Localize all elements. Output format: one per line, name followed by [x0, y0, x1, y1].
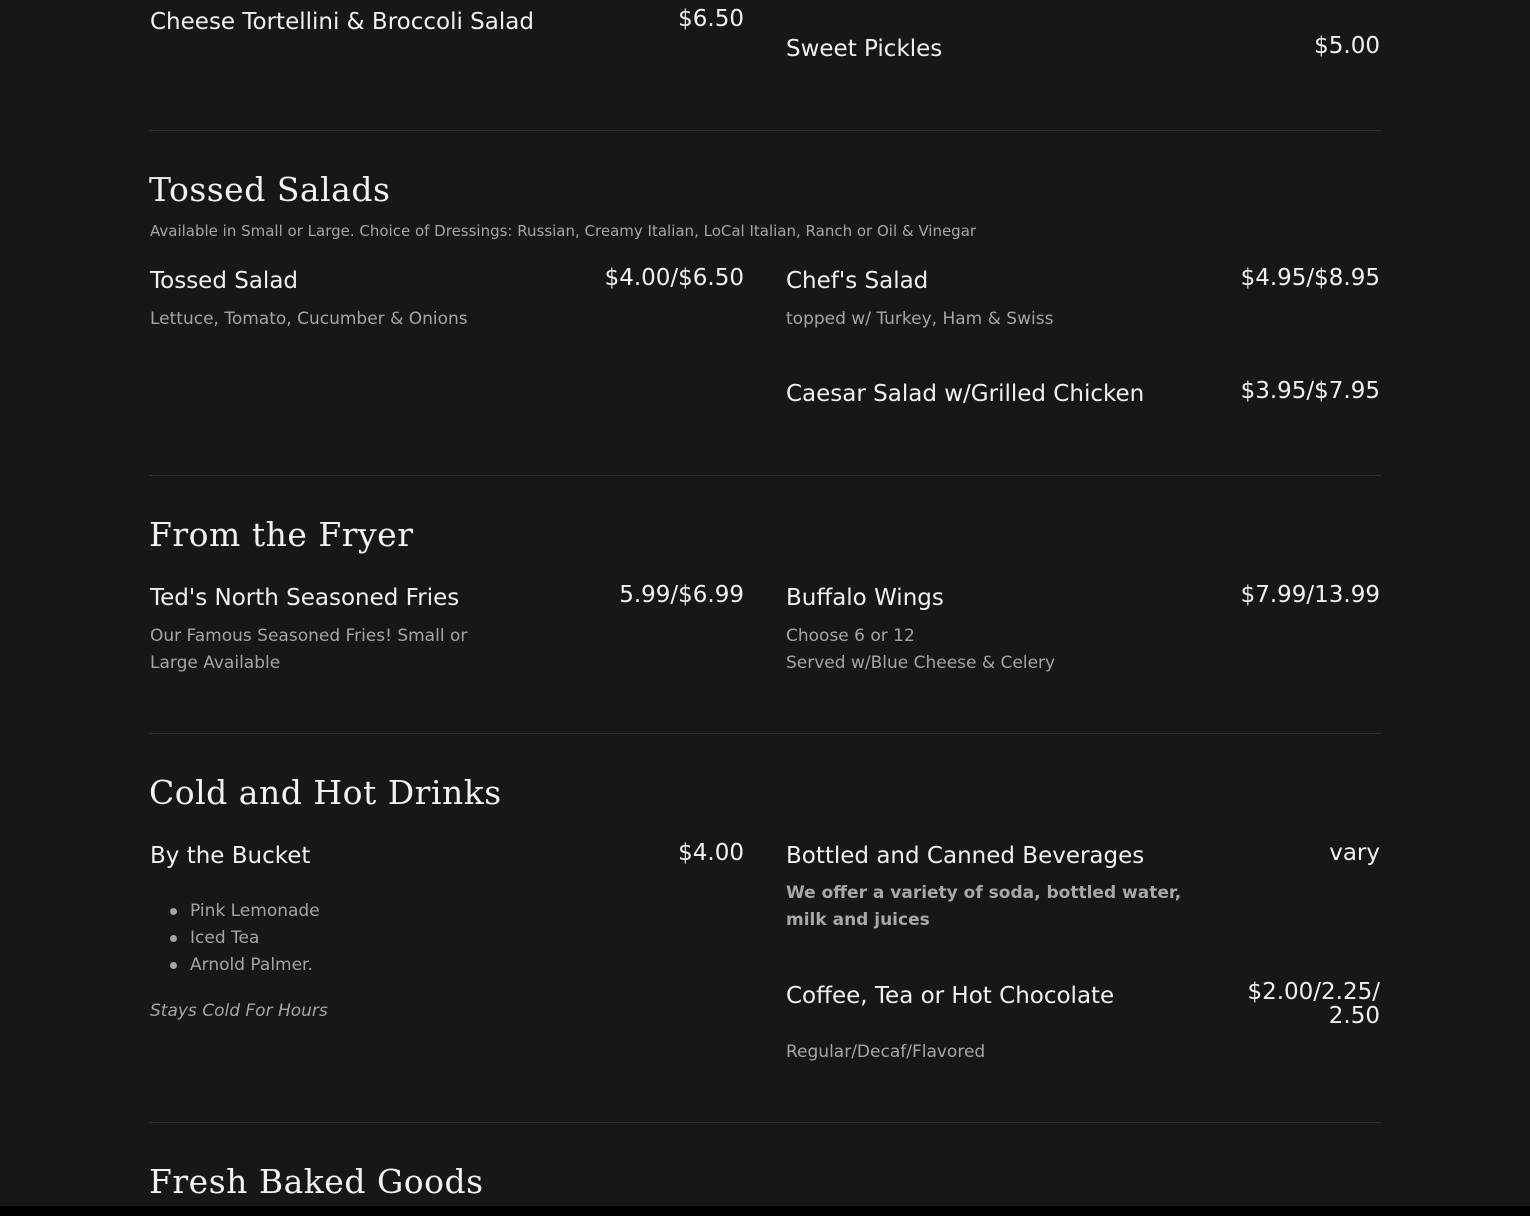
- description-line: We offer a variety of soda, bottled wate…: [786, 883, 1182, 903]
- section-title-cold-and-hot-drinks: Cold and Hot Drinks: [149, 773, 502, 812]
- menu-item-price: $4.00/$6.50: [604, 265, 744, 291]
- price-line: $2.00/2.25/: [1247, 979, 1380, 1005]
- menu-item-price: $2.00/2.25/ 2.50: [1247, 980, 1380, 1028]
- menu-item-price: $7.99/13.99: [1240, 582, 1380, 608]
- list-item: Arnold Palmer.: [150, 952, 320, 979]
- menu-item-description: topped w/ Turkey, Ham & Swiss: [786, 309, 1054, 329]
- menu-item-name: Ted's North Seasoned Fries: [150, 585, 460, 611]
- menu-item-price: $6.50: [678, 6, 744, 32]
- menu-item-price: $4.95/$8.95: [1240, 265, 1380, 291]
- menu-item-price: $3.95/$7.95: [1240, 378, 1380, 404]
- section-divider: [149, 475, 1381, 476]
- menu-item-price: $4.00: [678, 840, 744, 866]
- menu-page: Cheese Tortellini & Broccoli Salad $6.50…: [0, 0, 1530, 1206]
- menu-item-name: Buffalo Wings: [786, 585, 944, 611]
- description-line: Served w/Blue Cheese & Celery: [786, 653, 1056, 673]
- menu-item-price: vary: [1329, 840, 1380, 866]
- menu-item-name: Coffee, Tea or Hot Chocolate: [786, 983, 1115, 1009]
- bottom-edge: [0, 1206, 1530, 1216]
- menu-item-price: $5.00: [1314, 33, 1380, 59]
- section-title-fresh-baked-goods: Fresh Baked Goods: [149, 1162, 484, 1201]
- section-note: Available in Small or Large. Choice of D…: [150, 222, 977, 240]
- description-line: Our Famous Seasoned Fries! Small or: [150, 626, 468, 646]
- description-line: milk and juices: [786, 910, 930, 930]
- menu-item-name: Chef's Salad: [786, 268, 929, 294]
- menu-item-price: 5.99/$6.99: [619, 582, 744, 608]
- list-item: Iced Tea: [150, 925, 320, 952]
- menu-item-name: By the Bucket: [150, 843, 311, 869]
- menu-item-description: We offer a variety of soda, bottled wate…: [786, 880, 1181, 934]
- menu-item-name: Caesar Salad w/Grilled Chicken: [786, 381, 1145, 407]
- drink-options-list: Pink Lemonade Iced Tea Arnold Palmer.: [150, 898, 320, 979]
- menu-item-name: Tossed Salad: [150, 268, 299, 294]
- menu-item-note: Stays Cold For Hours: [150, 1001, 328, 1021]
- menu-item-name: Bottled and Canned Beverages: [786, 843, 1145, 869]
- list-item: Pink Lemonade: [150, 898, 320, 925]
- price-line: 2.50: [1328, 1003, 1380, 1029]
- menu-item-description: Choose 6 or 12 Served w/Blue Cheese & Ce…: [786, 623, 1055, 677]
- section-title-tossed-salads: Tossed Salads: [149, 170, 391, 209]
- section-divider: [149, 130, 1381, 131]
- menu-item-description: Regular/Decaf/Flavored: [786, 1042, 986, 1062]
- section-title-from-the-fryer: From the Fryer: [149, 515, 414, 554]
- section-divider: [149, 1122, 1381, 1123]
- menu-item-name: Cheese Tortellini & Broccoli Salad: [150, 9, 534, 35]
- description-line: Choose 6 or 12: [786, 626, 915, 646]
- section-divider: [149, 733, 1381, 734]
- description-line: Large Available: [150, 653, 281, 673]
- menu-item-description: Lettuce, Tomato, Cucumber & Onions: [150, 309, 468, 329]
- menu-item-name: Sweet Pickles: [786, 36, 943, 62]
- menu-item-description: Our Famous Seasoned Fries! Small or Larg…: [150, 623, 467, 677]
